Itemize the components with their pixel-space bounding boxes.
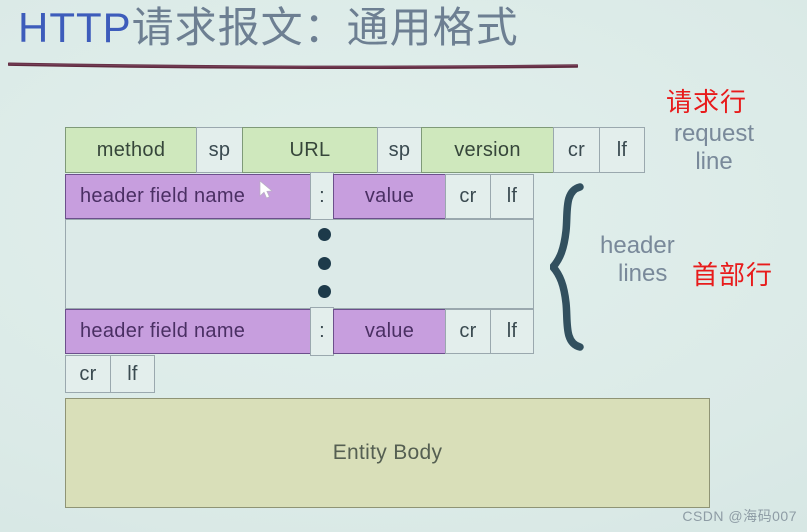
- cell-url: URL: [242, 127, 378, 173]
- cell-colon-last: :: [310, 307, 334, 356]
- cell-cr-header-last: cr: [445, 309, 491, 354]
- title-chinese-rest: 请求报文：通用格式: [131, 4, 519, 51]
- annotation-request-line-english: request line: [654, 120, 774, 175]
- cell-value-first: value: [333, 174, 446, 219]
- header-lines-brace-icon: [550, 183, 584, 351]
- slide-canvas: HTTP请求报文：通用格式 method sp URL sp version c…: [0, 0, 807, 532]
- title-underline: [8, 62, 578, 69]
- mouse-pointer-icon: [259, 180, 273, 199]
- csdn-watermark: CSDN @海码007: [682, 508, 797, 524]
- cell-cr-blank-line: cr: [65, 355, 111, 393]
- cell-lf-blank-line: lf: [110, 355, 155, 393]
- cell-version: version: [421, 127, 554, 173]
- cell-cr-request-line: cr: [553, 127, 600, 173]
- page-title: HTTP请求报文：通用格式: [18, 2, 519, 55]
- annotation-request-line-chinese: 请求行: [666, 87, 748, 117]
- cell-cr-header-first: cr: [445, 174, 491, 219]
- cell-sp-1: sp: [196, 127, 243, 173]
- annotation-request-line-english-line2: line: [695, 147, 733, 175]
- cell-value-last: value: [333, 309, 446, 354]
- cell-lf-header-last: lf: [490, 309, 534, 354]
- header-lines-gap-box: [65, 219, 534, 309]
- cell-lf-request-line: lf: [599, 127, 645, 173]
- cell-sp-2: sp: [377, 127, 422, 173]
- cell-colon-first: :: [310, 172, 334, 221]
- slide-title: HTTP请求报文：通用格式: [18, 2, 519, 55]
- annotation-request-line-english-line1: request: [673, 120, 755, 147]
- cell-entity-body: Entity Body: [65, 398, 710, 508]
- annotation-header-lines-chinese: 首部行: [692, 260, 774, 290]
- vertical-ellipsis-icon: [318, 228, 334, 300]
- cell-header-field-name-last: header field name: [65, 309, 311, 354]
- cell-lf-header-first: lf: [490, 174, 534, 219]
- title-http-prefix: HTTP: [18, 4, 132, 51]
- cell-method: method: [65, 127, 197, 173]
